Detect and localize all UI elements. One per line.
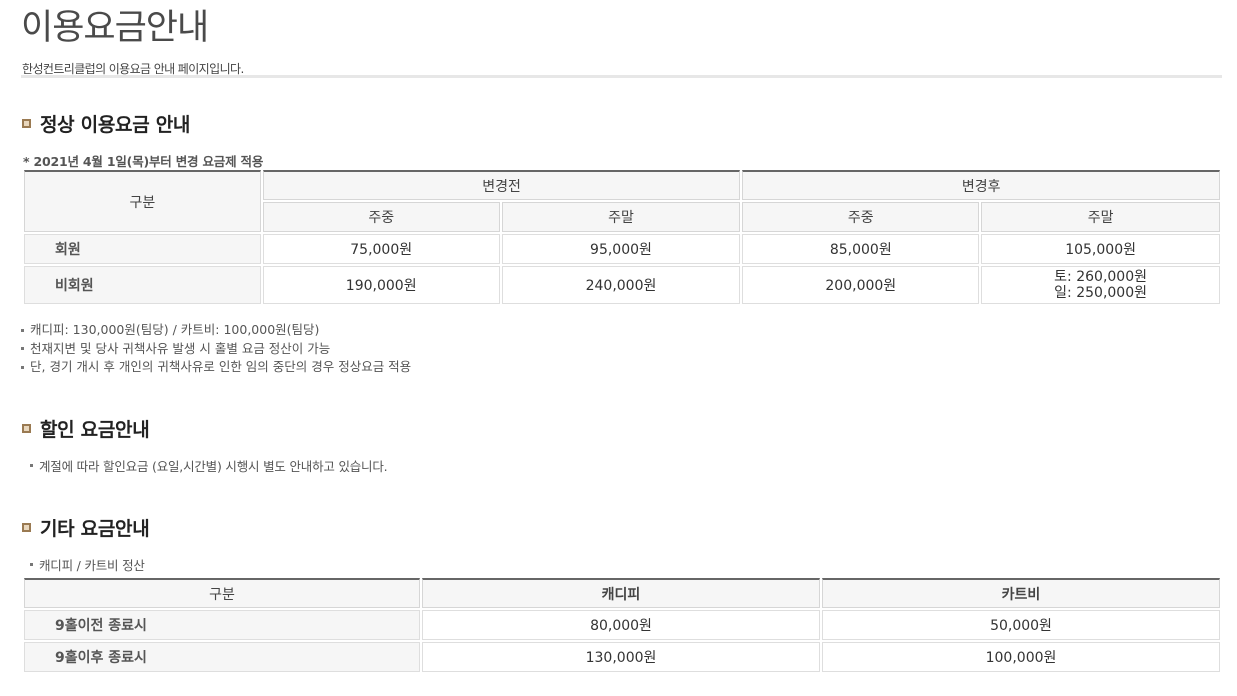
table-subheader-weekend: 주말 — [501, 202, 741, 232]
sunday-price: 일: 250,000원 — [1054, 285, 1147, 301]
other-note: 캐디피 / 카트비 정산 — [30, 555, 145, 574]
row-label: 9홀이후 종료시 — [24, 642, 420, 672]
square-bullet-icon — [22, 118, 31, 128]
table-header-cart-fee: 카트비 — [822, 578, 1220, 608]
section-regular-heading: 정상 이용요금 안내 — [22, 110, 190, 136]
table-cell: 95,000원 — [501, 234, 741, 264]
bullet-dot-icon — [30, 464, 33, 467]
table-cell: 100,000원 — [822, 642, 1220, 672]
table-header-after: 변경후 — [742, 170, 1220, 200]
bullet-dot-icon — [30, 563, 33, 566]
table-cell: 240,000원 — [501, 266, 741, 304]
note-text: 단, 경기 개시 후 개인의 귀책사유로 인한 임의 중단의 경우 정상요금 적… — [30, 359, 412, 374]
table-header-category: 구분 — [24, 170, 261, 232]
table-cell: 50,000원 — [822, 610, 1220, 640]
table-row: 회원 75,000원 95,000원 85,000원 105,000원 — [24, 234, 1220, 264]
saturday-price: 토: 260,000원 — [1054, 269, 1147, 285]
table-row: 비회원 190,000원 240,000원 200,000원 토: 260,00… — [24, 266, 1220, 304]
list-item: 캐디피: 130,000원(팀당) / 카트비: 100,000원(팀당) — [21, 321, 411, 340]
row-label-nonmember: 비회원 — [24, 266, 261, 304]
row-label: 9홀이전 종료시 — [24, 610, 420, 640]
other-fee-table: 구분 캐디피 카트비 9홀이전 종료시 80,000원 50,000원 9홀이후… — [22, 576, 1222, 674]
table-cell: 130,000원 — [422, 642, 820, 672]
table-header-before: 변경전 — [262, 170, 741, 200]
square-bullet-icon — [22, 522, 31, 532]
table-cell-weekend-split: 토: 260,000원 일: 250,000원 — [981, 266, 1220, 304]
title-divider — [21, 75, 1222, 78]
page-title: 이용요금안내 — [21, 8, 209, 48]
table-subheader-weekday: 주중 — [742, 202, 980, 232]
row-label-member: 회원 — [24, 234, 261, 264]
section-other-heading: 기타 요금안내 — [22, 514, 150, 540]
list-item: 단, 경기 개시 후 개인의 귀책사유로 인한 임의 중단의 경우 정상요금 적… — [21, 358, 411, 377]
table-header-category: 구분 — [24, 578, 420, 608]
note-text: 캐디피 / 카트비 정산 — [39, 558, 145, 573]
section-title: 기타 요금안내 — [40, 517, 150, 540]
section-discount-heading: 할인 요금안내 — [22, 415, 150, 441]
table-header-caddie-fee: 캐디피 — [422, 578, 820, 608]
table-subheader-weekend: 주말 — [981, 202, 1220, 232]
table-cell: 80,000원 — [422, 610, 820, 640]
note-text: 계절에 따라 할인요금 (요일,시간별) 시행시 별도 안내하고 있습니다. — [39, 459, 388, 474]
bullet-dot-icon — [21, 347, 24, 351]
table-cell: 105,000원 — [981, 234, 1220, 264]
table-cell: 75,000원 — [262, 234, 500, 264]
table-subheader-weekday: 주중 — [262, 202, 500, 232]
table-row: 9홀이전 종료시 80,000원 50,000원 — [24, 610, 1220, 640]
bullet-dot-icon — [21, 365, 24, 369]
regular-notes: 캐디피: 130,000원(팀당) / 카트비: 100,000원(팀당) 천재… — [21, 321, 411, 377]
note-text: 천재지변 및 당사 귀책사유 발생 시 홀별 요금 정산이 가능 — [30, 340, 331, 356]
section-title: 정상 이용요금 안내 — [40, 113, 191, 136]
section-title: 할인 요금안내 — [40, 418, 150, 441]
square-bullet-icon — [22, 423, 31, 433]
discount-note: 계절에 따라 할인요금 (요일,시간별) 시행시 별도 안내하고 있습니다. — [30, 456, 388, 475]
table-row: 9홀이후 종료시 130,000원 100,000원 — [24, 642, 1220, 672]
bullet-dot-icon — [21, 328, 24, 332]
table-cell: 200,000원 — [742, 266, 980, 304]
regular-price-table: 구분 변경전 변경후 주중 주말 주중 주말 회원 75,000원 95,000… — [22, 168, 1222, 306]
table-cell: 190,000원 — [262, 266, 500, 304]
table-cell: 85,000원 — [742, 234, 980, 264]
note-text: 캐디피: 130,000원(팀당) / 카트비: 100,000원(팀당) — [30, 322, 320, 337]
list-item: 천재지변 및 당사 귀책사유 발생 시 홀별 요금 정산이 가능 — [21, 340, 411, 359]
